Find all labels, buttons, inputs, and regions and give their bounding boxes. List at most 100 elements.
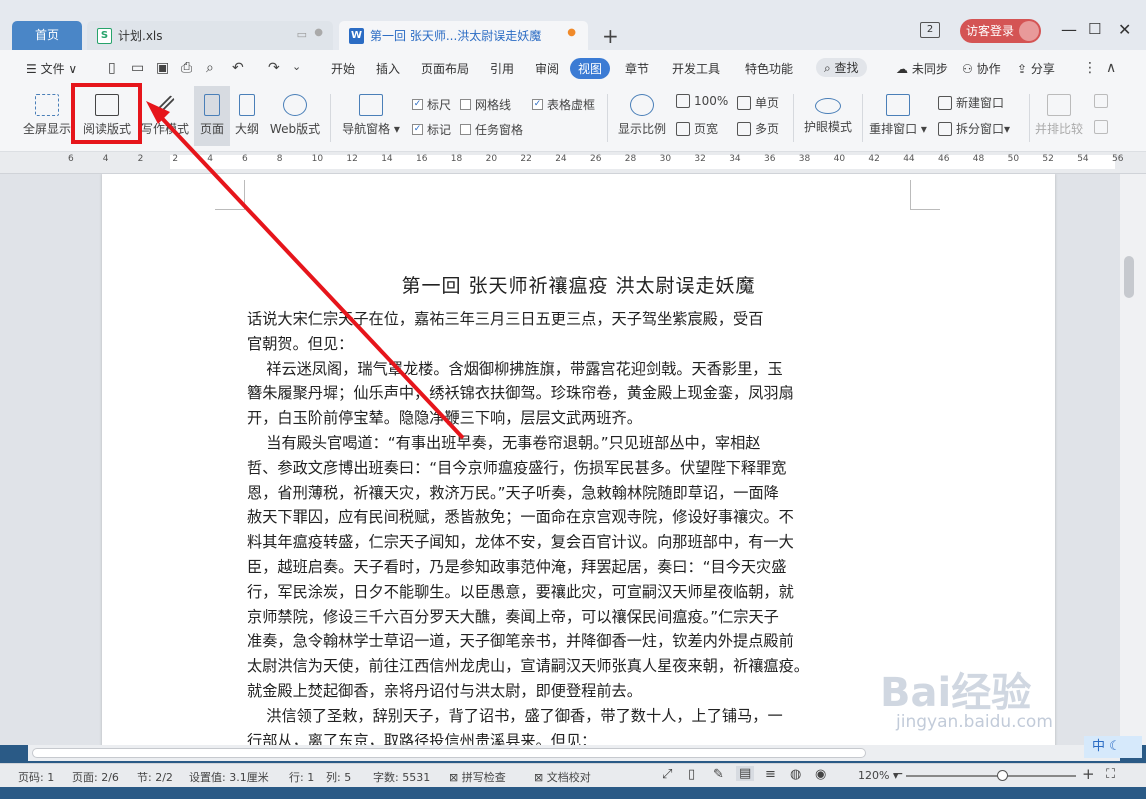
minimize-button[interactable]: —: [1061, 20, 1077, 39]
document-line: 官朝贺。但见：: [247, 334, 354, 353]
web-status-icon[interactable]: ◍: [790, 767, 801, 782]
new-window-button[interactable]: 新建窗口: [938, 94, 1004, 111]
window-count-badge[interactable]: 2: [920, 22, 940, 38]
spell-check-button[interactable]: ⊠ 拼写检查: [449, 769, 506, 785]
zoom-slider-track[interactable]: [906, 775, 1076, 777]
proofread-button[interactable]: ⊠ 文档校对: [534, 769, 591, 785]
quick-access-more-icon[interactable]: ⌄: [292, 60, 301, 73]
split-window-button[interactable]: 拆分窗口 ▾: [938, 120, 1010, 137]
fit-window-icon[interactable]: ⛶: [1106, 767, 1115, 782]
eye-care-button[interactable]: 护眼模式: [797, 86, 859, 146]
table-border-checkbox[interactable]: ✓ 表格虚框: [532, 96, 595, 113]
writing-status-icon[interactable]: ✎: [713, 767, 724, 782]
page-width-button[interactable]: 页宽: [676, 120, 718, 137]
close-button[interactable]: ✕: [1118, 20, 1131, 39]
task-pane-label: 任务窗格: [475, 123, 524, 137]
rearrange-button[interactable]: 重排窗口 ▾: [866, 86, 930, 146]
visitor-login-button[interactable]: 访客登录: [960, 19, 1041, 43]
globe-icon: [283, 94, 307, 116]
zoom-out-button[interactable]: −: [892, 766, 904, 782]
fullscreen-status-icon[interactable]: ⤢: [662, 767, 672, 782]
collapse-ribbon-icon[interactable]: ∧: [1106, 60, 1116, 76]
multi-page-button[interactable]: 多页: [737, 120, 779, 137]
reset-position-button[interactable]: [1094, 120, 1112, 134]
ruler-number: 48: [972, 154, 985, 164]
zoom-100-button[interactable]: 100%: [676, 94, 728, 108]
horizontal-scroll-thumb[interactable]: [32, 748, 866, 758]
tab-xls-file[interactable]: S 计划.xls ▭ ●: [87, 21, 333, 50]
zoom-ratio-button[interactable]: 显示比例: [612, 86, 672, 146]
unsaved-dot-icon[interactable]: ●: [567, 27, 576, 38]
gridlines-checkbox[interactable]: 网格线: [460, 96, 511, 113]
page-status-icon[interactable]: ▤: [736, 766, 755, 781]
menu-chapter[interactable]: 章节: [625, 60, 649, 77]
save-icon[interactable]: ▣: [156, 60, 169, 76]
nav-pane-label: 导航窗格: [342, 122, 391, 136]
ruler-number: 26: [590, 154, 602, 164]
ruler-number: 38: [798, 154, 811, 164]
new-doc-icon[interactable]: ▯: [108, 60, 116, 76]
zoom-in-button[interactable]: +: [1082, 765, 1095, 783]
ime-indicator[interactable]: 中 ☾: [1084, 736, 1142, 758]
sync-status[interactable]: ☁ 未同步: [896, 60, 948, 77]
print-preview-icon[interactable]: ⌕: [206, 60, 214, 76]
menu-start[interactable]: 开始: [331, 60, 355, 77]
status-col: 列: 5: [326, 771, 352, 784]
ruler-number: 46: [938, 154, 950, 164]
menu-review[interactable]: 审阅: [535, 60, 559, 77]
ruler-number: 12: [346, 154, 358, 164]
vertical-scrollbar[interactable]: [1120, 174, 1146, 745]
vertical-scroll-thumb[interactable]: [1124, 256, 1134, 298]
menu-view[interactable]: 视图: [570, 58, 611, 79]
redo-icon[interactable]: ↷: [268, 60, 280, 76]
search-box[interactable]: ⌕ 查找: [816, 58, 867, 77]
ruler-number: 14: [381, 154, 393, 164]
sync-scroll-button[interactable]: [1094, 94, 1112, 108]
page-view-button[interactable]: 页面: [194, 86, 230, 146]
baidu-watermark: Bai经验: [880, 670, 1032, 716]
eye-status-icon[interactable]: ◉: [815, 767, 826, 782]
title-bar: 首页 S 计划.xls ▭ ● W 第一回 张天师...洪太尉误走妖魔 ● + …: [0, 0, 1146, 50]
monitor-icon[interactable]: ▭: [297, 28, 307, 41]
document-body[interactable]: 话说大宋仁宗天子在位，嘉祐三年三月三日五更三点，天子驾坐紫宸殿，受百 官朝贺。但见…: [247, 307, 867, 745]
eye-icon: [815, 98, 841, 114]
tab-dot-icon[interactable]: ●: [314, 27, 323, 38]
ruler-number: 2: [172, 154, 179, 164]
new-tab-button[interactable]: +: [602, 24, 619, 48]
menu-insert[interactable]: 插入: [376, 60, 400, 77]
maximize-button[interactable]: ☐: [1088, 20, 1101, 38]
task-pane-checkbox[interactable]: 任务窗格: [460, 121, 523, 138]
multi-page-label: 多页: [755, 122, 780, 136]
menu-page-layout[interactable]: 页面布局: [421, 60, 469, 77]
side-by-side-button[interactable]: 并排比较: [1032, 86, 1086, 146]
document-line: 臣，越班启奏。天子看时，乃是参知政事范仲淹，拜罢起居，奏曰：“目今天灾盛: [247, 557, 787, 576]
print-icon[interactable]: ⎙: [181, 60, 192, 76]
menu-features[interactable]: 特色功能: [745, 60, 793, 77]
tab-home[interactable]: 首页: [12, 21, 82, 50]
more-icon[interactable]: ⋮: [1083, 60, 1097, 76]
outline-button[interactable]: 大纲: [231, 86, 263, 146]
zoom-slider-knob[interactable]: [997, 770, 1008, 781]
undo-icon[interactable]: ↶: [232, 60, 244, 76]
collab-button[interactable]: ⚇ 协作: [962, 60, 1001, 77]
ruler[interactable]: 6 4 2 2 4 6 8 10 12 14 16 18 20 22 24 26 28 30 32 34 36 38 40 4…: [0, 152, 1146, 174]
pencil-icon: [155, 95, 175, 115]
open-folder-icon[interactable]: ▭: [131, 60, 144, 76]
file-menu[interactable]: ☰ 文件 ∨: [26, 60, 77, 77]
single-page-button[interactable]: 单页: [737, 94, 779, 111]
reading-status-icon[interactable]: ▯: [688, 767, 695, 782]
fullscreen-button[interactable]: 全屏显示: [16, 86, 78, 146]
ruler-number: 4: [102, 154, 109, 164]
web-layout-button[interactable]: Web版式: [266, 86, 324, 146]
tab-active-doc[interactable]: W 第一回 张天师...洪太尉误走妖魔 ●: [339, 21, 588, 50]
nav-pane-button[interactable]: 导航窗格 ▾: [338, 86, 404, 146]
menu-developer[interactable]: 开发工具: [672, 60, 720, 77]
marks-checkbox[interactable]: ✓ 标记: [412, 121, 451, 138]
outline-status-icon[interactable]: ≡: [765, 767, 776, 782]
share-button[interactable]: ⇪ 分享: [1017, 60, 1055, 77]
ruler-checkbox[interactable]: ✓ 标尺: [412, 96, 451, 113]
menu-references[interactable]: 引用: [490, 60, 514, 77]
horizontal-scrollbar[interactable]: [28, 745, 1120, 761]
writing-mode-button[interactable]: 写作模式: [134, 86, 196, 146]
status-word-count[interactable]: 字数: 5531: [373, 769, 430, 785]
